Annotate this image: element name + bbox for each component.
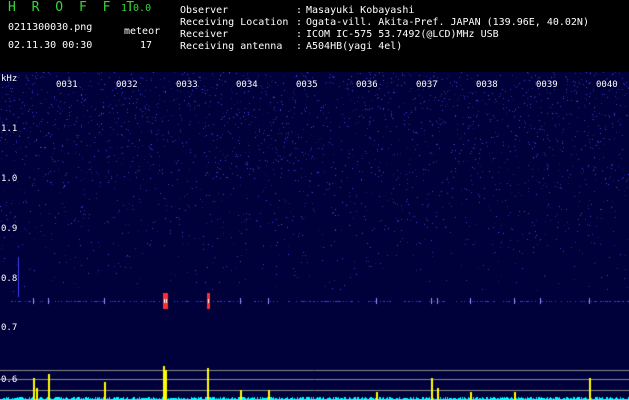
receiver-sep: : xyxy=(296,29,303,40)
meteor-label: meteor xyxy=(124,26,161,37)
time-tick: 0036 xyxy=(356,80,378,90)
y-label-0-9: 0.9 xyxy=(1,224,18,234)
date-time: 02.11.30 00:30 xyxy=(8,40,93,51)
location-value: Ogata-vill. Akita-Pref. JAPAN (139.96E, … xyxy=(306,17,589,28)
time-tick: 0040 xyxy=(596,80,618,90)
antenna-sep: : xyxy=(296,41,303,52)
app-version: 1.0.0 xyxy=(121,3,152,14)
spectrogram-canvas xyxy=(0,72,629,400)
frequency-unit: kHz xyxy=(1,74,18,84)
observer-label: Observer xyxy=(180,5,229,16)
file-name: 0211300030.png xyxy=(8,22,93,33)
time-tick: 0031 xyxy=(56,80,78,90)
y-label-1-0: 1.0 xyxy=(1,174,18,184)
observer-sep: : xyxy=(296,5,303,16)
receiver-value: ICOM IC-575 53.7492(@LCD)MHz USB xyxy=(306,29,499,40)
y-label-0-8: 0.8 xyxy=(1,274,18,284)
location-label: Receiving Location xyxy=(180,17,289,28)
meteor-count: 17 xyxy=(140,40,153,51)
time-tick: 0035 xyxy=(296,80,318,90)
time-tick: 0034 xyxy=(236,80,258,90)
y-label-0-6: 0.6 xyxy=(1,375,18,385)
y-label-0-7: 0.7 xyxy=(1,323,18,333)
header-panel: H R O F F T 1.0.0 0211300030.png meteor … xyxy=(0,0,629,72)
time-tick: 0032 xyxy=(116,80,138,90)
time-tick: 0038 xyxy=(476,80,498,90)
time-tick: 0039 xyxy=(536,80,558,90)
receiver-label: Receiver xyxy=(180,29,229,40)
antenna-value: A504HB(yagi 4el) xyxy=(306,41,403,52)
time-tick: 0033 xyxy=(176,80,198,90)
y-label-1-1: 1.1 xyxy=(1,124,18,134)
observer-value: Masayuki Kobayashi xyxy=(306,5,415,16)
antenna-label: Receiving antenna xyxy=(180,41,283,52)
location-sep: : xyxy=(296,17,303,28)
app-name: H R O F F T xyxy=(8,0,139,15)
time-tick: 0037 xyxy=(416,80,438,90)
